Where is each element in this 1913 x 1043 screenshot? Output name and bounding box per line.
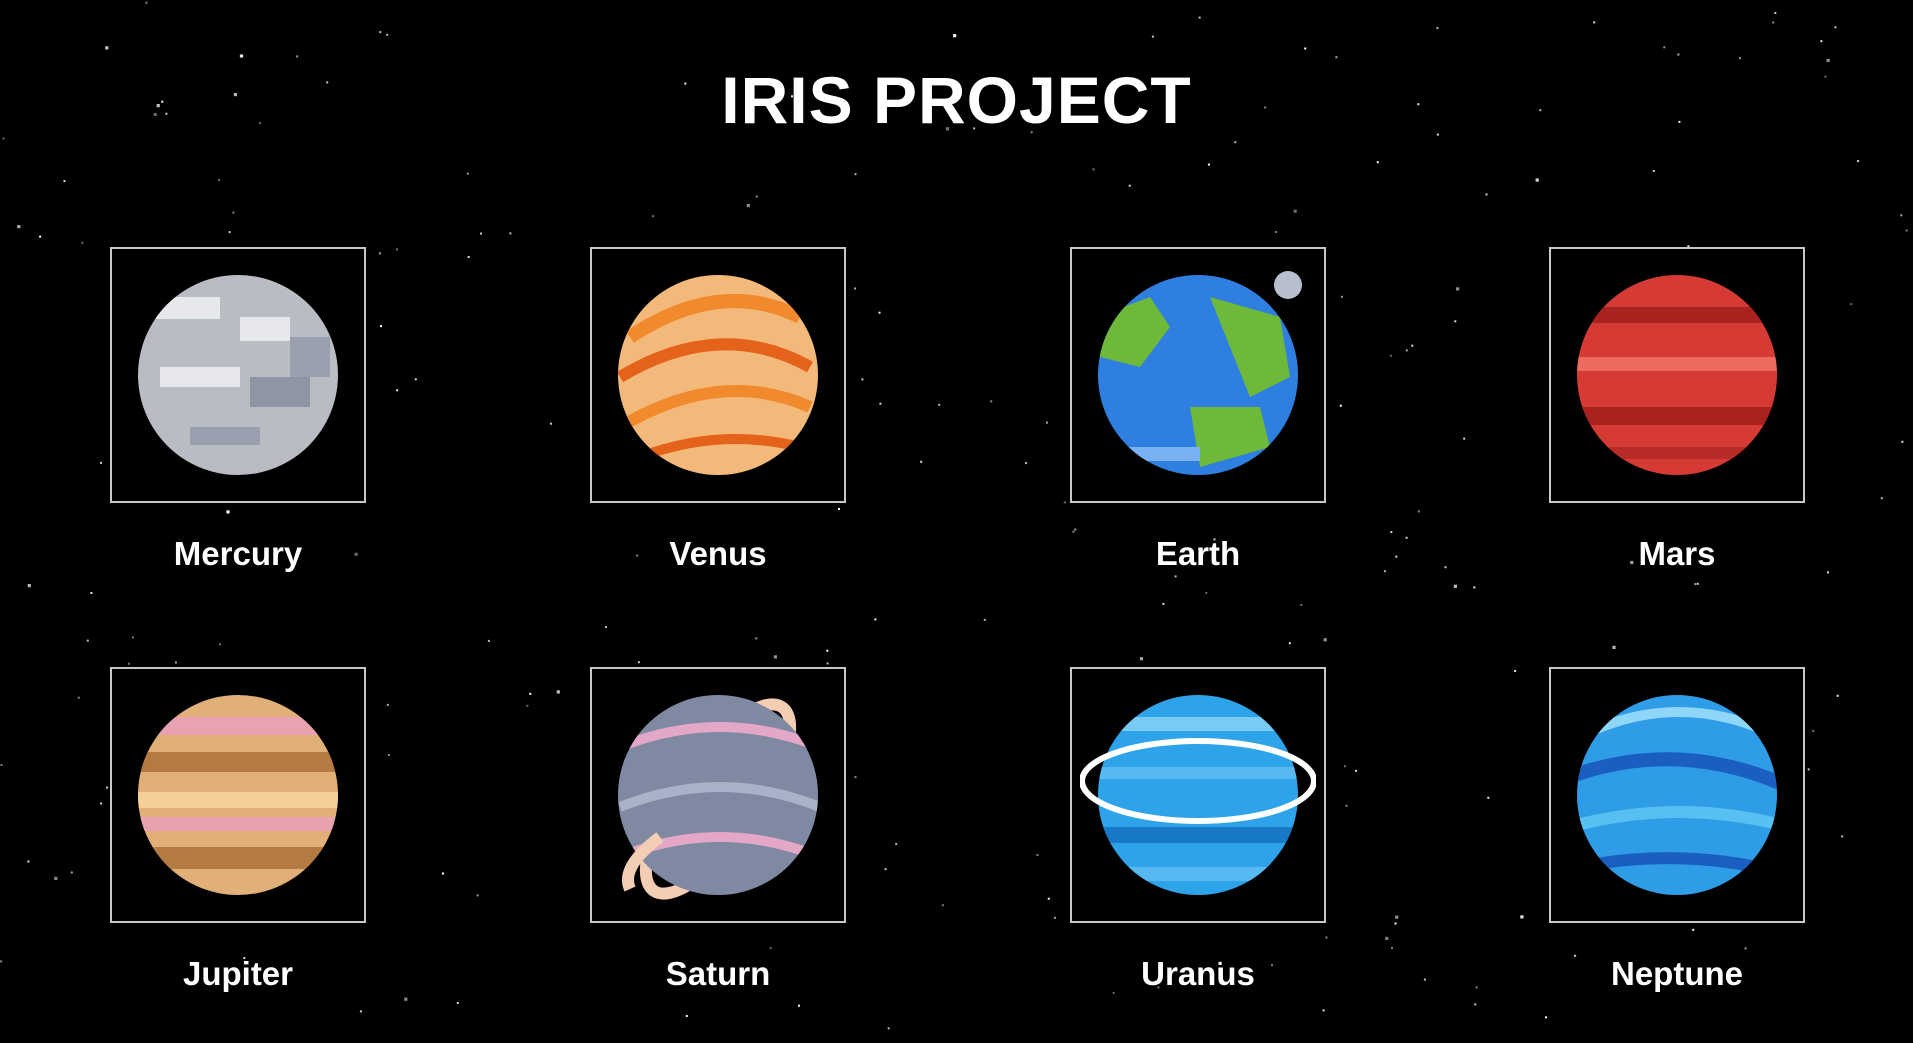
planet-label: Mercury <box>173 535 303 572</box>
planet-frame[interactable] <box>110 667 366 923</box>
mars-icon <box>1577 275 1777 475</box>
planet-frame[interactable] <box>1549 247 1805 503</box>
planet-card-uranus[interactable]: Uranus <box>1070 667 1326 993</box>
planet-frame[interactable] <box>1070 667 1326 923</box>
planet-label: Neptune <box>1611 955 1743 992</box>
earth-icon <box>1098 271 1302 475</box>
planet-card-earth[interactable]: Earth <box>1070 247 1326 573</box>
planet-card-jupiter[interactable]: Jupiter <box>110 667 366 993</box>
planet-label: Earth <box>1155 535 1241 572</box>
planet-label: Venus <box>669 535 767 572</box>
mercury-icon <box>138 275 338 475</box>
planet-frame[interactable] <box>590 667 846 923</box>
planet-frame[interactable] <box>110 247 366 503</box>
planet-card-mercury[interactable]: Mercury <box>110 247 366 573</box>
planet-card-venus[interactable]: Venus <box>590 247 846 573</box>
planet-card-mars[interactable]: Mars <box>1549 247 1805 573</box>
planet-card-saturn[interactable]: Saturn <box>590 667 846 993</box>
planet-label: Saturn <box>665 955 771 992</box>
page-title: IRIS PROJECT <box>721 63 1192 137</box>
planet-frame[interactable] <box>590 247 846 503</box>
venus-icon <box>618 275 818 475</box>
planet-frame[interactable] <box>1070 247 1326 503</box>
neptune-icon <box>1577 695 1777 895</box>
planet-label: Mars <box>1638 535 1716 572</box>
planet-card-neptune[interactable]: Neptune <box>1549 667 1805 993</box>
planet-label: Jupiter <box>182 955 294 992</box>
uranus-icon <box>1080 695 1316 895</box>
planet-frame[interactable] <box>1549 667 1805 923</box>
planet-label: Uranus <box>1141 955 1255 992</box>
saturn-icon <box>618 695 818 900</box>
jupiter-icon <box>138 695 338 895</box>
